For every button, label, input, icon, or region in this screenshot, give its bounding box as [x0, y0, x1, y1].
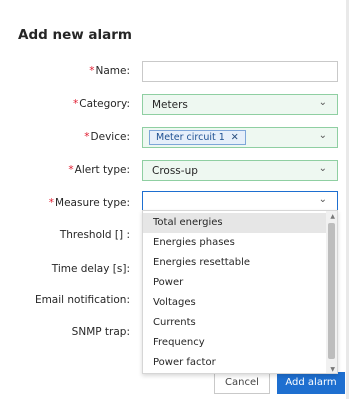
scroll-down-arrow-icon[interactable]: ▼: [330, 366, 335, 373]
chevron-down-icon: ⌄: [318, 97, 327, 108]
measure-type-select[interactable]: ⌄: [142, 191, 338, 212]
tag-remove-icon[interactable]: ✕: [231, 132, 239, 143]
device-tag: Meter circuit 1 ✕: [149, 130, 246, 145]
category-label: *Category:: [73, 98, 130, 110]
add-alarm-dialog: Add new alarm *Name: *Category: Meters ⌄…: [0, 0, 349, 399]
scrollbar-thumb[interactable]: [328, 223, 335, 359]
option-total-energies[interactable]: Total energies: [143, 213, 327, 233]
alert-type-value: Cross-up: [152, 165, 198, 177]
option-voltages[interactable]: Voltages: [143, 293, 327, 313]
chevron-down-icon: ⌄: [318, 130, 327, 141]
threshold-label: Threshold [] :: [59, 229, 130, 241]
email-notification-label: Email notification:: [34, 294, 130, 306]
name-input[interactable]: [142, 61, 338, 82]
required-marker: *: [48, 197, 55, 209]
device-label: *Device:: [84, 131, 130, 143]
dropdown-scrollbar[interactable]: ▲ ▼: [326, 211, 337, 373]
time-delay-label: Time delay [s]:: [51, 263, 130, 275]
chevron-down-icon: ⌄: [318, 163, 327, 174]
option-currents[interactable]: Currents: [143, 313, 327, 333]
required-marker: *: [84, 131, 90, 143]
option-energies-resettable[interactable]: Energies resettable: [143, 253, 327, 273]
snmp-trap-label: SNMP trap:: [71, 326, 130, 338]
option-frequency[interactable]: Frequency: [143, 333, 327, 353]
dialog-title: Add new alarm: [18, 27, 132, 43]
chevron-down-icon: ⌄: [318, 194, 327, 205]
measure-type-dropdown: Total energies Energies phases Energies …: [142, 210, 338, 374]
option-power[interactable]: Power: [143, 273, 327, 293]
device-select[interactable]: Meter circuit 1 ✕ ⌄: [142, 127, 338, 148]
alert-type-label: *Alert type:: [68, 164, 130, 176]
required-marker: *: [89, 65, 95, 77]
required-marker: *: [73, 98, 79, 110]
name-label: *Name:: [89, 65, 130, 77]
required-marker: *: [68, 164, 74, 176]
measure-type-label: *Measure type:: [48, 197, 130, 209]
cancel-button[interactable]: Cancel: [214, 372, 270, 394]
category-value: Meters: [152, 99, 188, 111]
option-energies-phases[interactable]: Energies phases: [143, 233, 327, 253]
category-select[interactable]: Meters ⌄: [142, 94, 338, 115]
alert-type-select[interactable]: Cross-up ⌄: [142, 160, 338, 181]
scroll-up-arrow-icon[interactable]: ▲: [330, 213, 335, 220]
add-alarm-button[interactable]: Add alarm: [277, 372, 345, 394]
option-power-factor[interactable]: Power factor: [143, 353, 327, 373]
